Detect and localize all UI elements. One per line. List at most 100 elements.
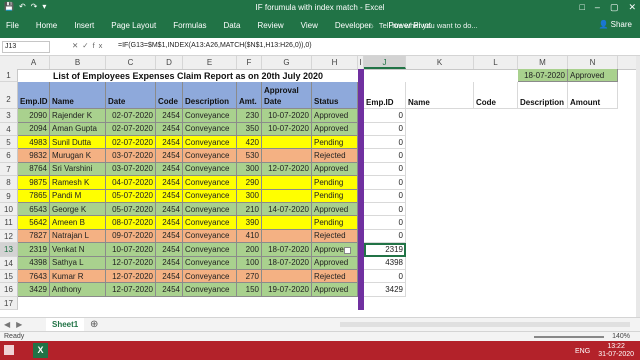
result-empid-cell[interactable]: 4398 — [364, 256, 406, 270]
record-cell-code[interactable]: 2454 — [156, 203, 183, 217]
record-cell-name[interactable]: Sri Varshini — [50, 162, 106, 177]
record-cell-date[interactable]: 03-07-2020 — [106, 149, 156, 163]
record-cell-id[interactable]: 2319 — [18, 243, 50, 257]
column-header-e[interactable]: E — [183, 56, 237, 69]
ribbon-tab-page-layout[interactable]: Page Layout — [111, 21, 156, 30]
criteria-date-cell[interactable]: 18-07-2020 — [518, 69, 568, 83]
result-empid-cell[interactable]: 0 — [364, 149, 406, 163]
record-cell-adate[interactable] — [262, 136, 312, 150]
record-cell-date[interactable]: 05-07-2020 — [106, 189, 156, 203]
record-cell-amt[interactable]: 200 — [237, 243, 262, 257]
column-header-h[interactable]: H — [312, 56, 358, 69]
record-cell-status[interactable]: Pending — [312, 189, 358, 203]
result-empid-cell[interactable]: 0 — [364, 189, 406, 203]
column-header-b[interactable]: B — [50, 56, 106, 69]
record-cell-status[interactable]: Approved — [312, 256, 358, 270]
record-cell-desc[interactable]: Conveyance — [183, 256, 237, 270]
record-cell-code[interactable]: 2454 — [156, 162, 183, 177]
record-cell-amt[interactable]: 100 — [237, 256, 262, 270]
row-header-15[interactable]: 15 — [0, 270, 18, 284]
record-cell-adate[interactable]: 18-07-2020 — [262, 243, 312, 257]
result-empid-cell[interactable]: 0 — [364, 229, 406, 244]
minimize-icon[interactable]: – — [595, 2, 600, 13]
zoom-level[interactable]: 140% — [612, 333, 630, 340]
record-cell-id[interactable]: 7643 — [18, 270, 50, 284]
table-header-cell[interactable]: Date — [106, 82, 156, 110]
column-header-k[interactable]: K — [406, 56, 474, 69]
record-cell-date[interactable]: 02-07-2020 — [106, 136, 156, 150]
result-header-cell[interactable]: Emp.ID — [364, 82, 406, 110]
record-cell-id[interactable]: 7865 — [18, 189, 50, 203]
record-cell-status[interactable]: Approved — [312, 203, 358, 217]
ribbon-tab-home[interactable]: Home — [36, 21, 57, 30]
horizontal-scrollbar[interactable] — [340, 322, 630, 327]
record-cell-code[interactable]: 2454 — [156, 176, 183, 190]
ribbon-display-icon[interactable]: □ — [579, 2, 584, 13]
record-cell-date[interactable]: 09-07-2020 — [106, 229, 156, 244]
windows-start-icon[interactable] — [4, 345, 14, 355]
ribbon-tab-view[interactable]: View — [301, 21, 318, 30]
record-cell-name[interactable]: Sunil Dutta — [50, 136, 106, 150]
quick-analysis-icon[interactable] — [344, 247, 351, 255]
record-cell-status[interactable]: Rejected — [312, 229, 358, 244]
function-icon[interactable]: fx — [93, 41, 107, 50]
record-cell-status[interactable]: Pending — [312, 176, 358, 190]
record-cell-adate[interactable]: 12-07-2020 — [262, 162, 312, 177]
row-header-8[interactable]: 8 — [0, 176, 18, 190]
record-cell-status[interactable]: Approved — [312, 283, 358, 297]
record-cell-id[interactable]: 2090 — [18, 109, 50, 123]
record-cell-amt[interactable]: 300 — [237, 189, 262, 203]
language-indicator[interactable]: ENG — [575, 348, 590, 355]
record-cell-date[interactable]: 02-07-2020 — [106, 122, 156, 136]
record-cell-id[interactable]: 9875 — [18, 176, 50, 190]
ribbon-tab-data[interactable]: Data — [224, 21, 241, 30]
record-cell-code[interactable]: 2454 — [156, 189, 183, 203]
result-empid-cell[interactable]: 0 — [364, 270, 406, 284]
record-cell-date[interactable]: 08-07-2020 — [106, 216, 156, 230]
record-cell-status[interactable]: Rejected — [312, 149, 358, 163]
vertical-scrollbar[interactable] — [636, 56, 640, 317]
column-header-l[interactable]: L — [474, 56, 518, 69]
record-cell-date[interactable]: 12-07-2020 — [106, 283, 156, 297]
row-header-2[interactable]: 2 — [0, 82, 18, 110]
row-header-12[interactable]: 12 — [0, 229, 18, 244]
column-header-d[interactable]: D — [156, 56, 183, 69]
record-cell-name[interactable]: Ameen B — [50, 216, 106, 230]
column-header-j[interactable]: J — [364, 56, 406, 69]
column-header-a[interactable]: A — [18, 56, 50, 69]
column-header-n[interactable]: N — [568, 56, 618, 69]
record-cell-id[interactable]: 7827 — [18, 229, 50, 244]
record-cell-desc[interactable]: Conveyance — [183, 162, 237, 177]
record-cell-status[interactable]: Pending — [312, 136, 358, 150]
record-cell-desc[interactable]: Conveyance — [183, 109, 237, 123]
record-cell-date[interactable]: 04-07-2020 — [106, 176, 156, 190]
result-header-cell[interactable]: Description — [518, 82, 568, 110]
record-cell-code[interactable]: 2454 — [156, 229, 183, 244]
criteria-status-cell[interactable]: Approved — [568, 69, 618, 83]
record-cell-name[interactable]: George K — [50, 203, 106, 217]
record-cell-adate[interactable] — [262, 229, 312, 244]
record-cell-desc[interactable]: Conveyance — [183, 270, 237, 284]
record-cell-status[interactable]: Rejected — [312, 270, 358, 284]
row-header-7[interactable]: 7 — [0, 162, 18, 177]
record-cell-id[interactable]: 9832 — [18, 149, 50, 163]
record-cell-name[interactable]: Sathya L — [50, 256, 106, 270]
record-cell-id[interactable]: 3429 — [18, 283, 50, 297]
ribbon-tab-file[interactable]: File — [6, 21, 19, 30]
record-cell-name[interactable]: Rajender K — [50, 109, 106, 123]
ribbon-tab-formulas[interactable]: Formulas — [173, 21, 206, 30]
excel-taskbar-icon[interactable]: X — [33, 343, 48, 358]
result-empid-cell[interactable]: 0 — [364, 203, 406, 217]
record-cell-name[interactable]: Ramesh K — [50, 176, 106, 190]
result-header-cell[interactable]: Amount — [568, 82, 618, 110]
record-cell-code[interactable]: 2454 — [156, 270, 183, 284]
record-cell-date[interactable]: 12-07-2020 — [106, 256, 156, 270]
tell-me-box[interactable]: ☼ Tell me what you want to do... — [368, 21, 478, 30]
record-cell-adate[interactable]: 10-07-2020 — [262, 122, 312, 136]
record-cell-desc[interactable]: Conveyance — [183, 283, 237, 297]
record-cell-date[interactable]: 10-07-2020 — [106, 243, 156, 257]
record-cell-id[interactable]: 2094 — [18, 122, 50, 136]
record-cell-amt[interactable]: 530 — [237, 149, 262, 163]
record-cell-desc[interactable]: Conveyance — [183, 122, 237, 136]
record-cell-status[interactable]: Approved — [312, 109, 358, 123]
